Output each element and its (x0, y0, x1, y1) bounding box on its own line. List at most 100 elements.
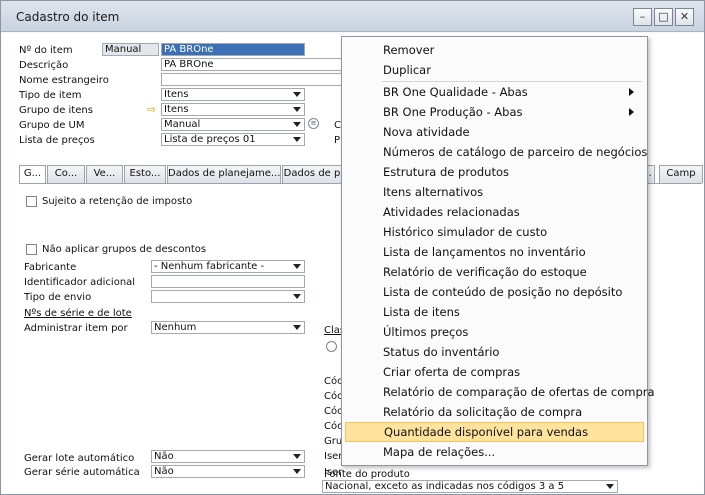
product-source-value: Nacional, exceto as indicadas nos código… (325, 481, 565, 492)
tab-purchasing[interactable]: Co... (47, 165, 85, 183)
item-group-label: Grupo de itens (19, 105, 93, 116)
additional-id-field[interactable] (151, 275, 305, 288)
auto-batch-select[interactable]: Não (151, 450, 305, 463)
manufacturer-value: - Nenhum fabricante - (154, 261, 265, 272)
menu-item-label: Remover (383, 43, 435, 57)
menu-item-label: Estrutura de produtos (383, 165, 509, 179)
uom-group-select[interactable]: Manual (161, 118, 305, 131)
partial-ise-1: Iser (324, 451, 343, 462)
tab-fields[interactable]: Camp (659, 165, 703, 183)
additional-id-label: Identificador adicional (24, 277, 136, 288)
chevron-right-icon (629, 108, 634, 116)
shipping-type-select[interactable] (151, 290, 305, 303)
item-type-select[interactable]: Itens (161, 88, 305, 101)
foreign-name-label: Nome estrangeiro (19, 75, 109, 86)
menu-item-purchase-quotation[interactable]: Criar oferta de compras (345, 362, 644, 382)
menu-item-label: Últimos preços (383, 325, 469, 339)
chevron-down-icon (606, 484, 614, 489)
maximize-button[interactable]: □ (654, 8, 673, 26)
item-no-mode[interactable]: Manual (102, 43, 159, 56)
price-list-value: Lista de preços 01 (164, 134, 256, 145)
chevron-down-icon (293, 137, 301, 142)
no-discount-checkbox[interactable] (26, 244, 37, 255)
tab-sales[interactable]: Ve... (86, 165, 123, 183)
manage-item-by-value: Nenhum (154, 322, 197, 333)
foreign-name-field[interactable] (161, 73, 343, 86)
menu-item-label: Status do inventário (383, 345, 500, 359)
auto-serial-select[interactable]: Não (151, 465, 305, 478)
chevron-right-icon (629, 88, 634, 96)
menu-item-label: Quantidade disponível para vendas (384, 425, 589, 439)
menu-item-remove[interactable]: Remover (345, 40, 644, 60)
menu-item-inventory-status[interactable]: Status do inventário (345, 342, 644, 362)
minimize-button[interactable]: – (633, 8, 652, 26)
context-menu: Remover Duplicar BR One Qualidade - Abas… (341, 36, 655, 466)
menu-item-label: Relatório da solicitação de compra (383, 405, 583, 419)
description-label: Descrição (19, 60, 69, 71)
menu-item-bom[interactable]: Estrutura de produtos (345, 162, 644, 182)
menu-item-alternative-items[interactable]: Itens alternativos (345, 182, 644, 202)
auto-batch-value: Não (154, 451, 174, 462)
withholding-tax-checkbox[interactable] (26, 196, 37, 207)
menu-item-label: BR One Produção - Abas (383, 105, 523, 119)
menu-item-available-to-sell[interactable]: Quantidade disponível para vendas (345, 422, 644, 442)
chevron-down-icon (293, 469, 301, 474)
serial-batch-header: Nºs de série e de lote (24, 308, 132, 319)
menu-item-bin-content[interactable]: Lista de conteúdo de posição no depósito (345, 282, 644, 302)
menu-item-br-one-quality[interactable]: BR One Qualidade - Abas (345, 82, 644, 102)
product-source-select[interactable]: Nacional, exceto as indicadas nos código… (322, 480, 618, 493)
menu-item-label: Lista de itens (383, 305, 460, 319)
uom-group-label: Grupo de UM (19, 120, 85, 131)
menu-item-label: Itens alternativos (383, 185, 484, 199)
partial-label-c: C (334, 120, 341, 131)
tab-planning-data[interactable]: Dados de planejame... (167, 165, 281, 183)
menu-item-purchase-request-report[interactable]: Relatório da solicitação de compra (345, 402, 644, 422)
menu-item-stock-audit[interactable]: Relatório de verificação do estoque (345, 262, 644, 282)
item-type-value: Itens (164, 89, 189, 100)
uom-group-value: Manual (164, 119, 201, 130)
menu-item-item-list[interactable]: Lista de itens (345, 302, 644, 322)
manage-item-by-select[interactable]: Nenhum (151, 321, 305, 334)
partial-cod-3: Cóc (324, 406, 343, 417)
item-group-select[interactable]: Itens (161, 103, 305, 116)
menu-item-relationship-map[interactable]: Mapa de relações... (345, 442, 644, 462)
menu-item-related-activities[interactable]: Atividades relacionadas (345, 202, 644, 222)
menu-item-new-activity[interactable]: Nova atividade (345, 122, 644, 142)
chevron-down-icon (293, 122, 301, 127)
close-button[interactable]: ✕ (675, 8, 694, 26)
menu-item-label: Mapa de relações... (383, 445, 496, 459)
link-arrow-icon[interactable]: ⇨ (147, 103, 156, 116)
menu-item-label: BR One Qualidade - Abas (383, 85, 528, 99)
item-no-field[interactable]: PA BROne (161, 43, 305, 56)
menu-item-label: Atividades relacionadas (383, 205, 520, 219)
menu-item-inventory-postings[interactable]: Lista de lançamentos no inventário (345, 242, 644, 262)
no-discount-label: Não aplicar grupos de descontos (42, 244, 207, 255)
menu-item-last-prices[interactable]: Últimos preços (345, 322, 644, 342)
close-icon: ✕ (679, 10, 690, 23)
tab-inventory[interactable]: Esto... (124, 165, 166, 183)
maximize-icon: □ (658, 10, 669, 23)
price-list-select[interactable]: Lista de preços 01 (161, 133, 305, 146)
menu-item-cost-simulator-history[interactable]: Histórico simulador de custo (345, 222, 644, 242)
menu-item-label: Criar oferta de compras (383, 365, 521, 379)
menu-item-quotation-comparison[interactable]: Relatório de comparação de ofertas de co… (345, 382, 655, 402)
menu-item-duplicate[interactable]: Duplicar (345, 60, 644, 80)
tab-general[interactable]: G... (19, 165, 46, 184)
menu-item-br-one-production[interactable]: BR One Produção - Abas (345, 102, 644, 122)
description-field[interactable]: PA BROne (161, 58, 343, 71)
menu-item-bp-catalog[interactable]: Números de catálogo de parceiro de negóc… (345, 142, 647, 162)
title-bar[interactable]: Cadastro do item – □ ✕ (1, 1, 704, 32)
manage-item-by-label: Administrar item por (24, 323, 128, 334)
menu-item-label: Lista de lançamentos no inventário (383, 245, 586, 259)
chevron-down-icon (293, 107, 301, 112)
partial-cod-4: Cóc (324, 421, 343, 432)
manufacturer-select[interactable]: - Nenhum fabricante - (151, 260, 305, 273)
partial-radio[interactable] (326, 341, 337, 352)
chevron-down-icon (293, 454, 301, 459)
tab-production-data[interactable]: Dados de p (282, 165, 342, 183)
menu-item-label: Nova atividade (383, 125, 470, 139)
shipping-type-label: Tipo de envio (24, 292, 92, 303)
minimize-icon: – (639, 10, 646, 23)
menu-item-label: Lista de conteúdo de posição no depósito (383, 285, 623, 299)
uom-list-icon[interactable]: ≡ (308, 118, 319, 129)
